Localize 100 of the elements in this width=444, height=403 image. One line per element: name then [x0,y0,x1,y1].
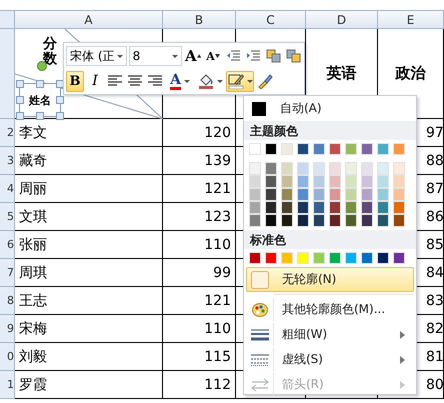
color-swatch[interactable] [393,188,405,201]
column-header[interactable]: D [306,11,378,29]
color-swatch[interactable] [313,143,325,155]
color-swatch[interactable] [361,214,373,227]
color-swatch[interactable] [377,252,389,264]
automatic-menu-item[interactable]: 自动(A) [246,96,414,121]
color-swatch[interactable] [297,188,309,201]
color-swatch[interactable] [329,143,341,155]
table-cell: 王志 [19,292,47,310]
color-swatch[interactable] [297,214,309,227]
color-swatch[interactable] [249,214,261,227]
bold-button[interactable]: B [66,70,84,92]
table-cell: 李文 [19,124,47,142]
color-swatch[interactable] [329,175,341,188]
font-size-dropdown[interactable]: 8 [128,46,182,66]
color-swatch[interactable] [281,162,293,175]
color-swatch[interactable] [345,214,357,227]
column-header[interactable]: C [236,11,306,29]
color-swatch[interactable] [345,175,357,188]
color-swatch[interactable] [281,214,293,227]
color-swatch[interactable] [265,188,277,201]
color-swatch[interactable] [393,214,405,227]
menu-item[interactable]: 粗细(W) [246,322,414,347]
color-swatch[interactable] [313,188,325,201]
table-cell: 82 [426,320,444,336]
color-swatch[interactable] [345,143,357,155]
column-header[interactable]: B [163,11,236,29]
table-cell: 85 [426,236,444,252]
table-cell: 英语 [326,64,356,83]
column-header[interactable]: A [15,11,163,29]
color-swatch[interactable] [297,201,309,214]
table-cell: 文琪 [19,208,47,226]
color-swatch[interactable] [249,143,261,155]
color-swatch[interactable] [329,201,341,214]
color-swatch[interactable] [249,175,261,188]
color-swatch[interactable] [377,143,389,155]
color-swatch[interactable] [377,188,389,201]
color-swatch[interactable] [281,143,293,155]
section-header: 主题颜色 [244,121,416,140]
color-swatch[interactable] [265,175,277,188]
color-swatch[interactable] [249,162,261,175]
color-swatch[interactable] [265,201,277,214]
color-swatch[interactable] [345,252,357,264]
color-swatch[interactable] [361,162,373,175]
menu-item[interactable]: 虚线(S) [246,347,414,372]
menu-item[interactable]: 无轮廓(N) [246,267,414,292]
color-swatch[interactable] [329,252,341,264]
color-swatch[interactable] [249,201,261,214]
color-swatch[interactable] [313,201,325,214]
color-swatch[interactable] [265,214,277,227]
color-swatch[interactable] [281,252,293,264]
color-swatch[interactable] [313,162,325,175]
color-swatch[interactable] [345,201,357,214]
color-swatch[interactable] [265,162,277,175]
color-swatch[interactable] [281,188,293,201]
color-swatch[interactable] [329,188,341,201]
color-swatch[interactable] [361,175,373,188]
color-swatch[interactable] [297,143,309,155]
outline-color-button[interactable] [226,70,254,92]
color-swatch[interactable] [313,214,325,227]
color-swatch[interactable] [313,252,325,264]
dropdown-arrow-icon [172,54,178,58]
color-swatch[interactable] [265,143,277,155]
color-swatch[interactable] [361,201,373,214]
column-header[interactable]: E [378,11,444,29]
fill-bucket-icon [198,73,214,89]
color-swatch[interactable] [377,201,389,214]
color-swatch[interactable] [281,201,293,214]
color-swatch[interactable] [281,175,293,188]
pencil-outline-icon [228,73,244,89]
font-dropdown[interactable]: 宋体 (正 [66,46,127,66]
color-swatch[interactable] [393,175,405,188]
color-swatch[interactable] [297,175,309,188]
color-swatch[interactable] [377,162,389,175]
color-swatch[interactable] [249,252,261,264]
color-swatch[interactable] [361,188,373,201]
color-swatch[interactable] [265,252,277,264]
font-color-button[interactable]: A [166,70,194,92]
color-swatch[interactable] [345,162,357,175]
color-swatch[interactable] [361,252,373,264]
text-box[interactable]: 姓名 [19,83,61,117]
color-swatch[interactable] [249,188,261,201]
color-swatch[interactable] [377,175,389,188]
color-swatch[interactable] [313,175,325,188]
select-all-corner[interactable] [0,11,15,29]
color-swatch[interactable] [297,162,309,175]
color-swatch[interactable] [329,162,341,175]
color-swatch[interactable] [393,162,405,175]
color-swatch[interactable] [377,214,389,227]
italic-button[interactable]: I [86,70,104,92]
color-swatch[interactable] [345,188,357,201]
color-swatch[interactable] [297,252,309,264]
color-swatch[interactable] [329,214,341,227]
color-swatch[interactable] [393,143,405,155]
color-swatch[interactable] [393,252,405,264]
table-cell: 97 [426,124,444,140]
menu-item[interactable]: 其他轮廓颜色(M)... [246,297,414,322]
color-swatch[interactable] [393,201,405,214]
row-header[interactable] [0,29,15,119]
color-swatch[interactable] [361,143,373,155]
